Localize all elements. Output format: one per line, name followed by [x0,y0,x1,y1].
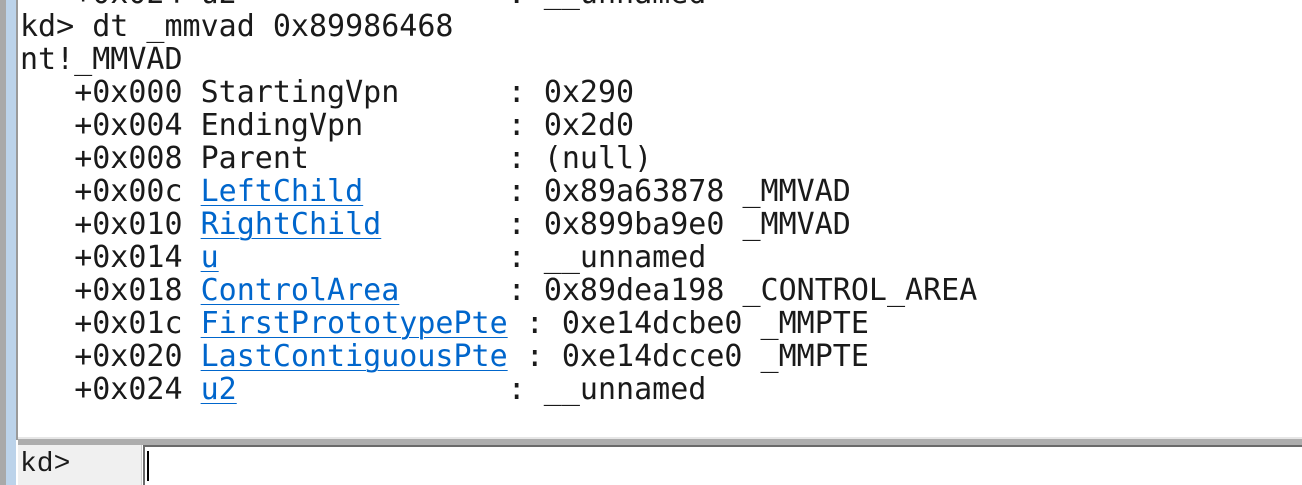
field-row: +0x018 ControlArea : 0x89dea198 _CONTROL… [74,273,978,308]
field-value: 0x2d0 [543,108,635,143]
field-name-link[interactable]: FirstPrototypePte [201,306,508,341]
command-input[interactable] [143,445,1302,485]
output-text: +0x024 u2 : __unnamed kd> dt _mmvad 0x899… [20,0,977,406]
field-row: +0x020 LastContiguousPte : 0xe14dcce0 _M… [74,339,869,374]
field-row: +0x000 StartingVpn : 0x290 [74,75,635,110]
field-row: +0x004 EndingVpn : 0x2d0 [74,108,635,143]
field-offset: +0x018 [74,273,183,308]
field-offset: +0x01c [74,306,183,341]
field-value: __unnamed [543,240,707,275]
field-name-link[interactable]: LastContiguousPte [201,339,508,374]
field-value: 0xe14dcce0 _MMPTE [561,339,869,374]
field-offset: +0x00c [74,174,183,209]
output-type-name: nt!_MMVAD [20,42,183,77]
command-prompt-label: kd> [18,445,142,485]
field-row: +0x00c LeftChild : 0x89a63878 _MMVAD [74,174,851,209]
output-command-line: kd> dt _mmvad 0x89986468 [20,9,454,44]
field-name-link[interactable]: u2 [201,372,237,407]
field-name: StartingVpn [200,75,400,110]
field-value: 0x899ba9e0 _MMVAD [543,207,851,242]
pane-splitter[interactable] [18,437,1302,445]
field-name: EndingVpn [200,108,364,143]
field-name-link[interactable]: RightChild [201,207,382,242]
field-row: +0x008 Parent : (null) [74,141,653,176]
field-offset: +0x000 [74,75,183,110]
field-offset: +0x024 [74,372,183,407]
field-offset: +0x020 [74,339,183,374]
field-value: 0x89dea198 _CONTROL_AREA [543,273,978,308]
field-offset: +0x008 [74,141,183,176]
field-name-link[interactable]: ControlArea [201,273,400,308]
field-offset: +0x014 [74,240,183,275]
field-row: +0x014 u : __unnamed [74,240,707,275]
field-row: +0x024 u2 : __unnamed [74,372,707,407]
window-frame [6,0,16,485]
command-output-pane: +0x024 u2 : __unnamed kd> dt _mmvad 0x899… [18,0,1302,437]
field-row: +0x01c FirstPrototypePte : 0xe14dcbe0 _M… [74,306,869,341]
field-value: __unnamed [543,372,707,407]
field-offset: +0x004 [74,108,183,143]
field-value: (null) [543,141,653,176]
field-name-link[interactable]: LeftChild [201,174,364,209]
field-row: +0x010 RightChild : 0x899ba9e0 _MMVAD [74,207,851,242]
field-value: 0x290 [543,75,635,110]
field-value: 0xe14dcbe0 _MMPTE [561,306,869,341]
field-value: 0x89a63878 _MMVAD [543,174,851,209]
field-name: Parent [200,141,309,176]
text-caret [147,451,149,481]
field-name-link[interactable]: u [201,240,219,275]
field-offset: +0x010 [74,207,183,242]
